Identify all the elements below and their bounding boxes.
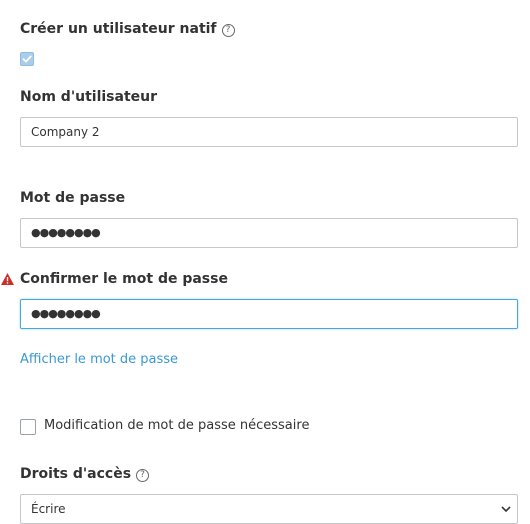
access-rights-label: Droits d'accès?	[20, 466, 150, 482]
username-label: Nom d'utilisateur	[20, 89, 157, 105]
access-rights-selected-value: Écrire	[31, 502, 66, 516]
help-icon[interactable]: ?	[136, 469, 150, 482]
show-password-link[interactable]: Afficher le mot de passe	[20, 352, 178, 367]
confirm-password-label: Confirmer le mot de passe	[20, 271, 228, 287]
native-user-label: Créer un utilisateur natif?	[20, 21, 235, 37]
help-icon[interactable]: ?	[221, 24, 235, 37]
access-rights-label-text: Droits d'accès	[20, 466, 132, 482]
confirm-password-input[interactable]: ●●●●●●●●	[20, 299, 518, 329]
password-input[interactable]: ●●●●●●●●	[20, 218, 518, 248]
password-label: Mot de passe	[20, 190, 126, 206]
native-user-checkbox[interactable]	[20, 52, 34, 66]
change-required-label: Modification de mot de passe nécessaire	[44, 418, 310, 433]
native-user-label-text: Créer un utilisateur natif	[20, 21, 217, 37]
chevron-down-icon	[501, 506, 511, 513]
check-icon	[22, 55, 32, 63]
change-required-checkbox[interactable]	[20, 419, 36, 435]
username-input[interactable]: Company 2	[20, 117, 518, 147]
warning-triangle-icon	[1, 273, 14, 285]
